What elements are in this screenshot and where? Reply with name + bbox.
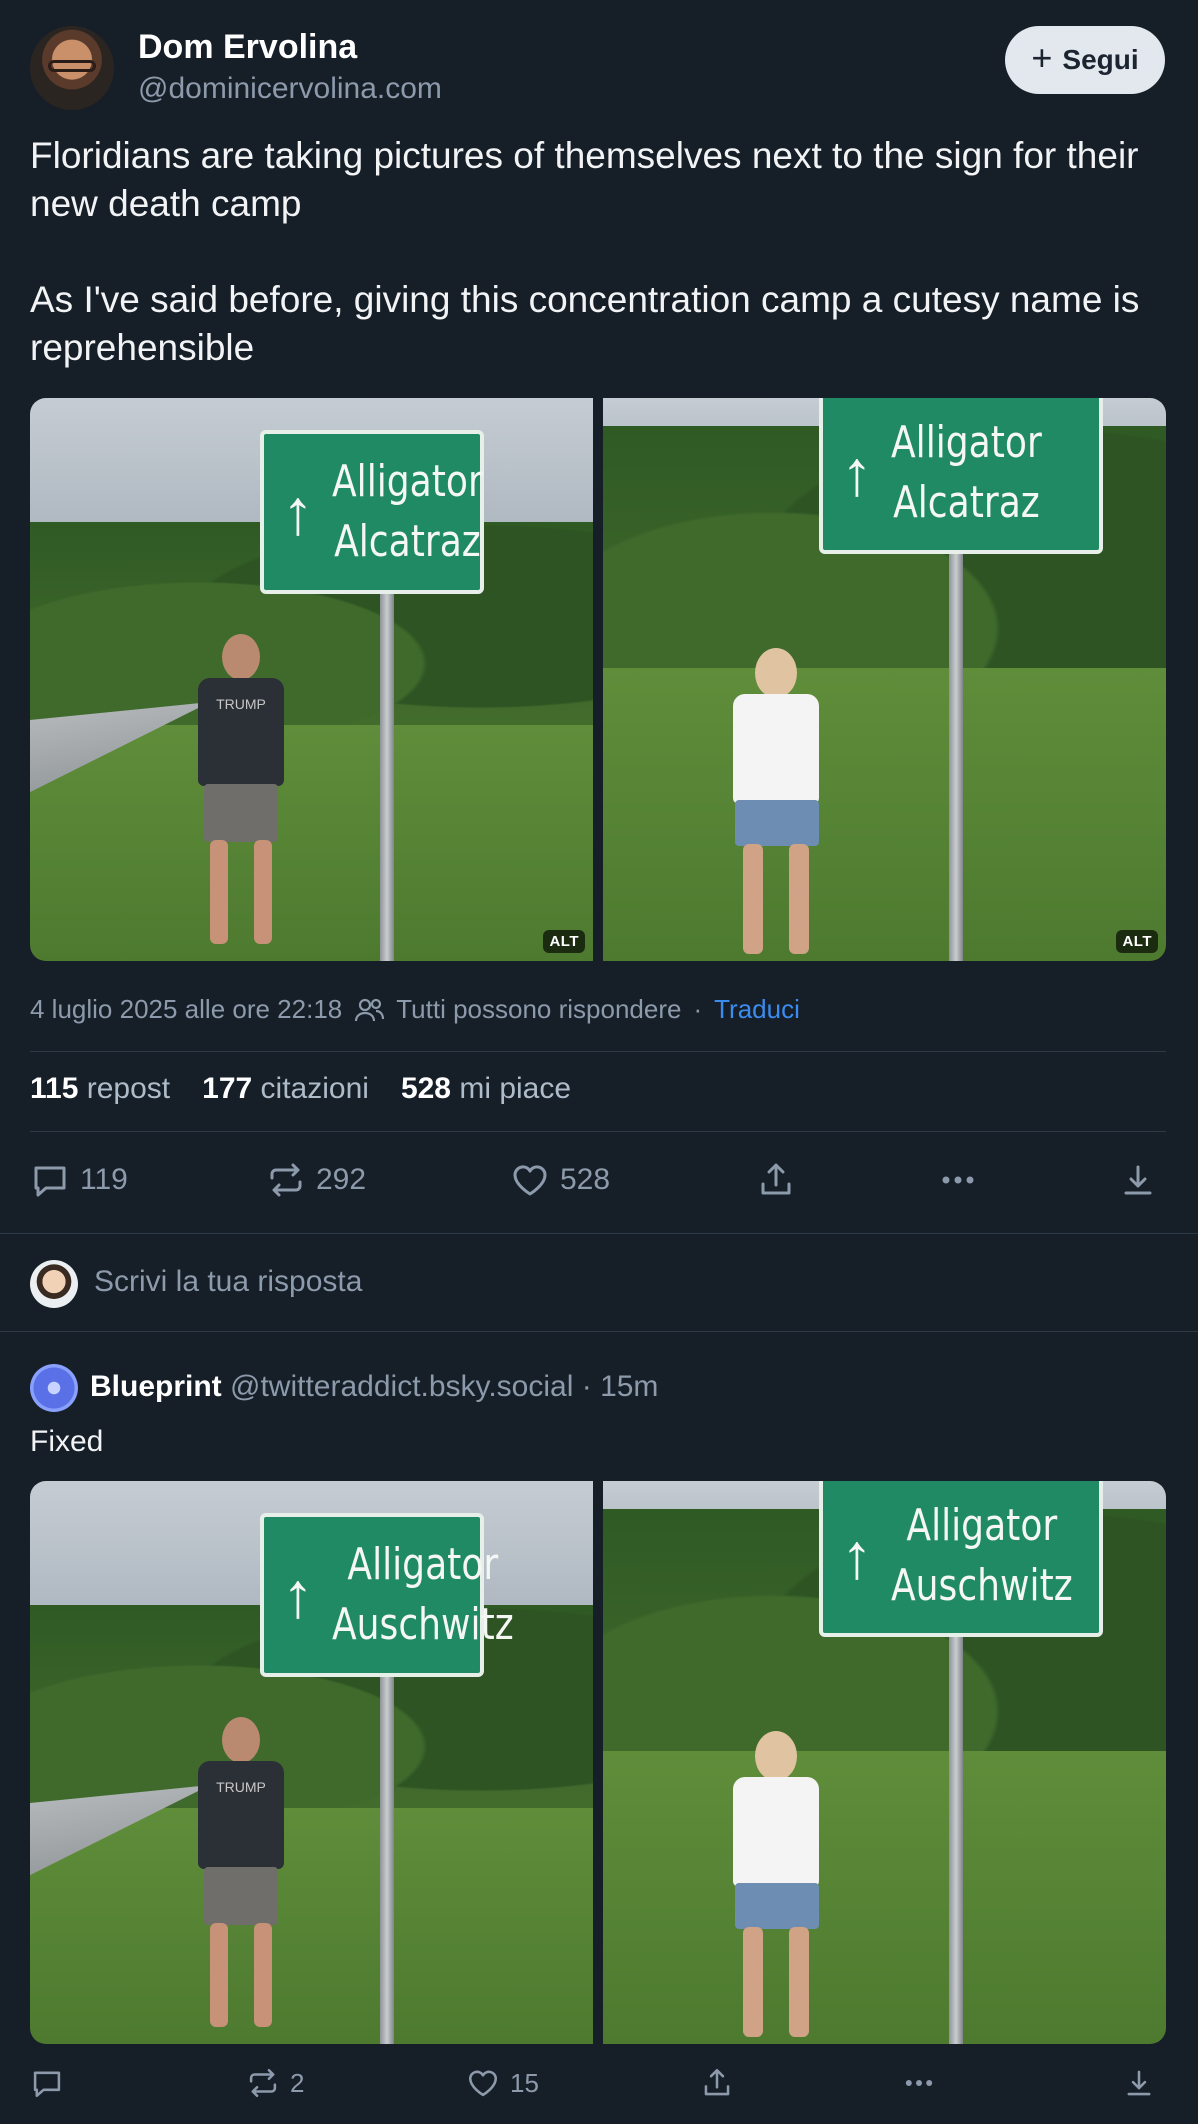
person-figure — [699, 1731, 859, 2044]
alt-badge[interactable]: ALT — [1116, 930, 1158, 953]
road-sign: ↑ Alligator Alcatraz — [260, 430, 484, 594]
sign-line-1: Alligator — [347, 1539, 499, 1590]
reply-time[interactable]: 15m — [600, 1370, 658, 1403]
reply-repost-count: 2 — [290, 2067, 305, 2098]
reply-like-count: 15 — [510, 2067, 539, 2098]
people-icon — [355, 998, 385, 1021]
plus-icon: + — [1031, 37, 1053, 78]
more-button[interactable] — [938, 1160, 978, 1200]
follow-button[interactable]: + Segui — [1005, 26, 1165, 94]
reply-download-button[interactable] — [1122, 2066, 1156, 2100]
post-paragraph: As I've said before, giving this concent… — [30, 279, 1140, 368]
reply-separator: · — [581, 1370, 592, 1403]
sign-line-1: Alligator — [891, 417, 1042, 468]
my-avatar — [30, 1260, 78, 1308]
more-icon — [942, 1176, 974, 1184]
author-display-name[interactable]: Dom Ervolina — [138, 28, 357, 67]
reply-share-button[interactable] — [700, 2066, 734, 2100]
author-avatar[interactable] — [30, 26, 114, 110]
divider — [0, 1233, 1198, 1234]
share-icon — [761, 1163, 791, 1195]
reply-author-avatar[interactable] — [30, 1364, 78, 1412]
reply-image-grid: ↑ Alligator Auschwitz TRUMP ↑ Alligator Au… — [30, 1481, 1166, 2044]
sign-line-2: Alcatraz — [893, 477, 1040, 528]
post-image-grid: ↑ Alligator Alcatraz TRUMP ALT ↑ Alligato… — [30, 398, 1166, 961]
repost-count: 292 — [316, 1163, 367, 1196]
like-count: 528 — [560, 1163, 611, 1196]
person-figure: TRUMP — [180, 634, 300, 954]
download-button[interactable] — [1118, 1160, 1158, 1200]
follow-label: Segui — [1062, 44, 1139, 75]
share-button[interactable] — [756, 1160, 796, 1200]
quotes-count: 177 — [202, 1072, 253, 1105]
likes-stat[interactable]: 528 mi piace — [401, 1072, 571, 1106]
post-body: Floridians are taking pictures of themse… — [30, 132, 1170, 420]
reposts-stat[interactable]: 115 repost — [30, 1072, 170, 1106]
post-paragraph: Floridians are taking pictures of themse… — [30, 135, 1139, 224]
divider — [0, 1331, 1198, 1332]
divider — [30, 1131, 1166, 1132]
reply-like-button[interactable]: 15 — [466, 2066, 539, 2100]
reply-header: Blueprint @twitteraddict.bsky.social · 1… — [90, 1370, 658, 1404]
road-sign: ↑ Alligator Alcatraz — [819, 398, 1103, 554]
person-figure — [699, 648, 859, 961]
reply-reply-button[interactable] — [30, 2066, 74, 2100]
share-icon — [704, 2068, 730, 2096]
repost-icon — [270, 1163, 302, 1197]
comment-icon — [34, 1166, 66, 1197]
heart-icon — [468, 2070, 498, 2097]
reply-text: Fixed — [30, 1425, 104, 1458]
reply-button[interactable]: 119 — [30, 1160, 128, 1200]
reply-composer-input[interactable]: Scrivi la tua risposta — [94, 1265, 362, 1299]
download-icon — [1127, 2070, 1151, 2096]
sign-line-2: Alcatraz — [334, 516, 481, 567]
road-sign: ↑ Alligator Auschwitz — [260, 1513, 514, 1677]
sign-line-1: Alligator — [332, 456, 483, 507]
quotes-label: citazioni — [260, 1072, 369, 1105]
reply-more-button[interactable] — [902, 2066, 936, 2100]
translate-link[interactable]: Traduci — [714, 994, 800, 1025]
reply-author-handle[interactable]: @twitteraddict.bsky.social — [230, 1370, 573, 1403]
meta-separator: · — [693, 994, 703, 1024]
author-handle[interactable]: @dominicervolina.com — [138, 72, 442, 106]
comment-icon — [33, 2071, 61, 2098]
post-image[interactable]: ↑ Alligator Alcatraz ALT — [603, 398, 1166, 961]
reply-setting[interactable]: Tutti possono rispondere — [396, 994, 681, 1025]
person-figure: TRUMP — [180, 1717, 300, 2037]
post-stats: 115 repost 177 citazioni 528 mi piace — [30, 1072, 571, 1106]
reply-image[interactable]: ↑ Alligator Auschwitz — [603, 1481, 1166, 2044]
road-sign: ↑ Alligator Auschwitz — [819, 1481, 1103, 1637]
divider — [30, 1051, 1166, 1052]
download-icon — [1124, 1165, 1152, 1195]
repost-button[interactable]: 292 — [266, 1160, 366, 1200]
quotes-stat[interactable]: 177 citazioni — [202, 1072, 369, 1106]
reply-author-name[interactable]: Blueprint — [90, 1370, 222, 1403]
sign-line-2: Auschwitz — [332, 1599, 514, 1650]
reply-image[interactable]: ↑ Alligator Auschwitz TRUMP — [30, 1481, 593, 2044]
repost-icon — [249, 2068, 277, 2098]
reposts-count: 115 — [30, 1072, 79, 1105]
like-button[interactable]: 528 — [510, 1160, 610, 1200]
post-image[interactable]: ↑ Alligator Alcatraz TRUMP ALT — [30, 398, 593, 961]
shirt-text: TRUMP — [198, 678, 284, 786]
likes-label: mi piace — [459, 1072, 572, 1105]
reply-count: 119 — [80, 1163, 128, 1196]
likes-count: 528 — [400, 1072, 451, 1105]
sign-line-2: Auschwitz — [891, 1560, 1073, 1611]
alt-badge[interactable]: ALT — [543, 930, 585, 953]
post-meta: 4 luglio 2025 alle ore 22:18 Tutti posso… — [30, 994, 800, 1025]
more-icon — [905, 2080, 933, 2086]
reposts-label: repost — [86, 1072, 171, 1105]
shirt-text: TRUMP — [198, 1761, 284, 1869]
sign-line-1: Alligator — [906, 1500, 1058, 1551]
reply-repost-button[interactable]: 2 — [246, 2066, 304, 2100]
post-timestamp: 4 luglio 2025 alle ore 22:18 — [30, 994, 343, 1024]
heart-icon — [513, 1165, 547, 1196]
